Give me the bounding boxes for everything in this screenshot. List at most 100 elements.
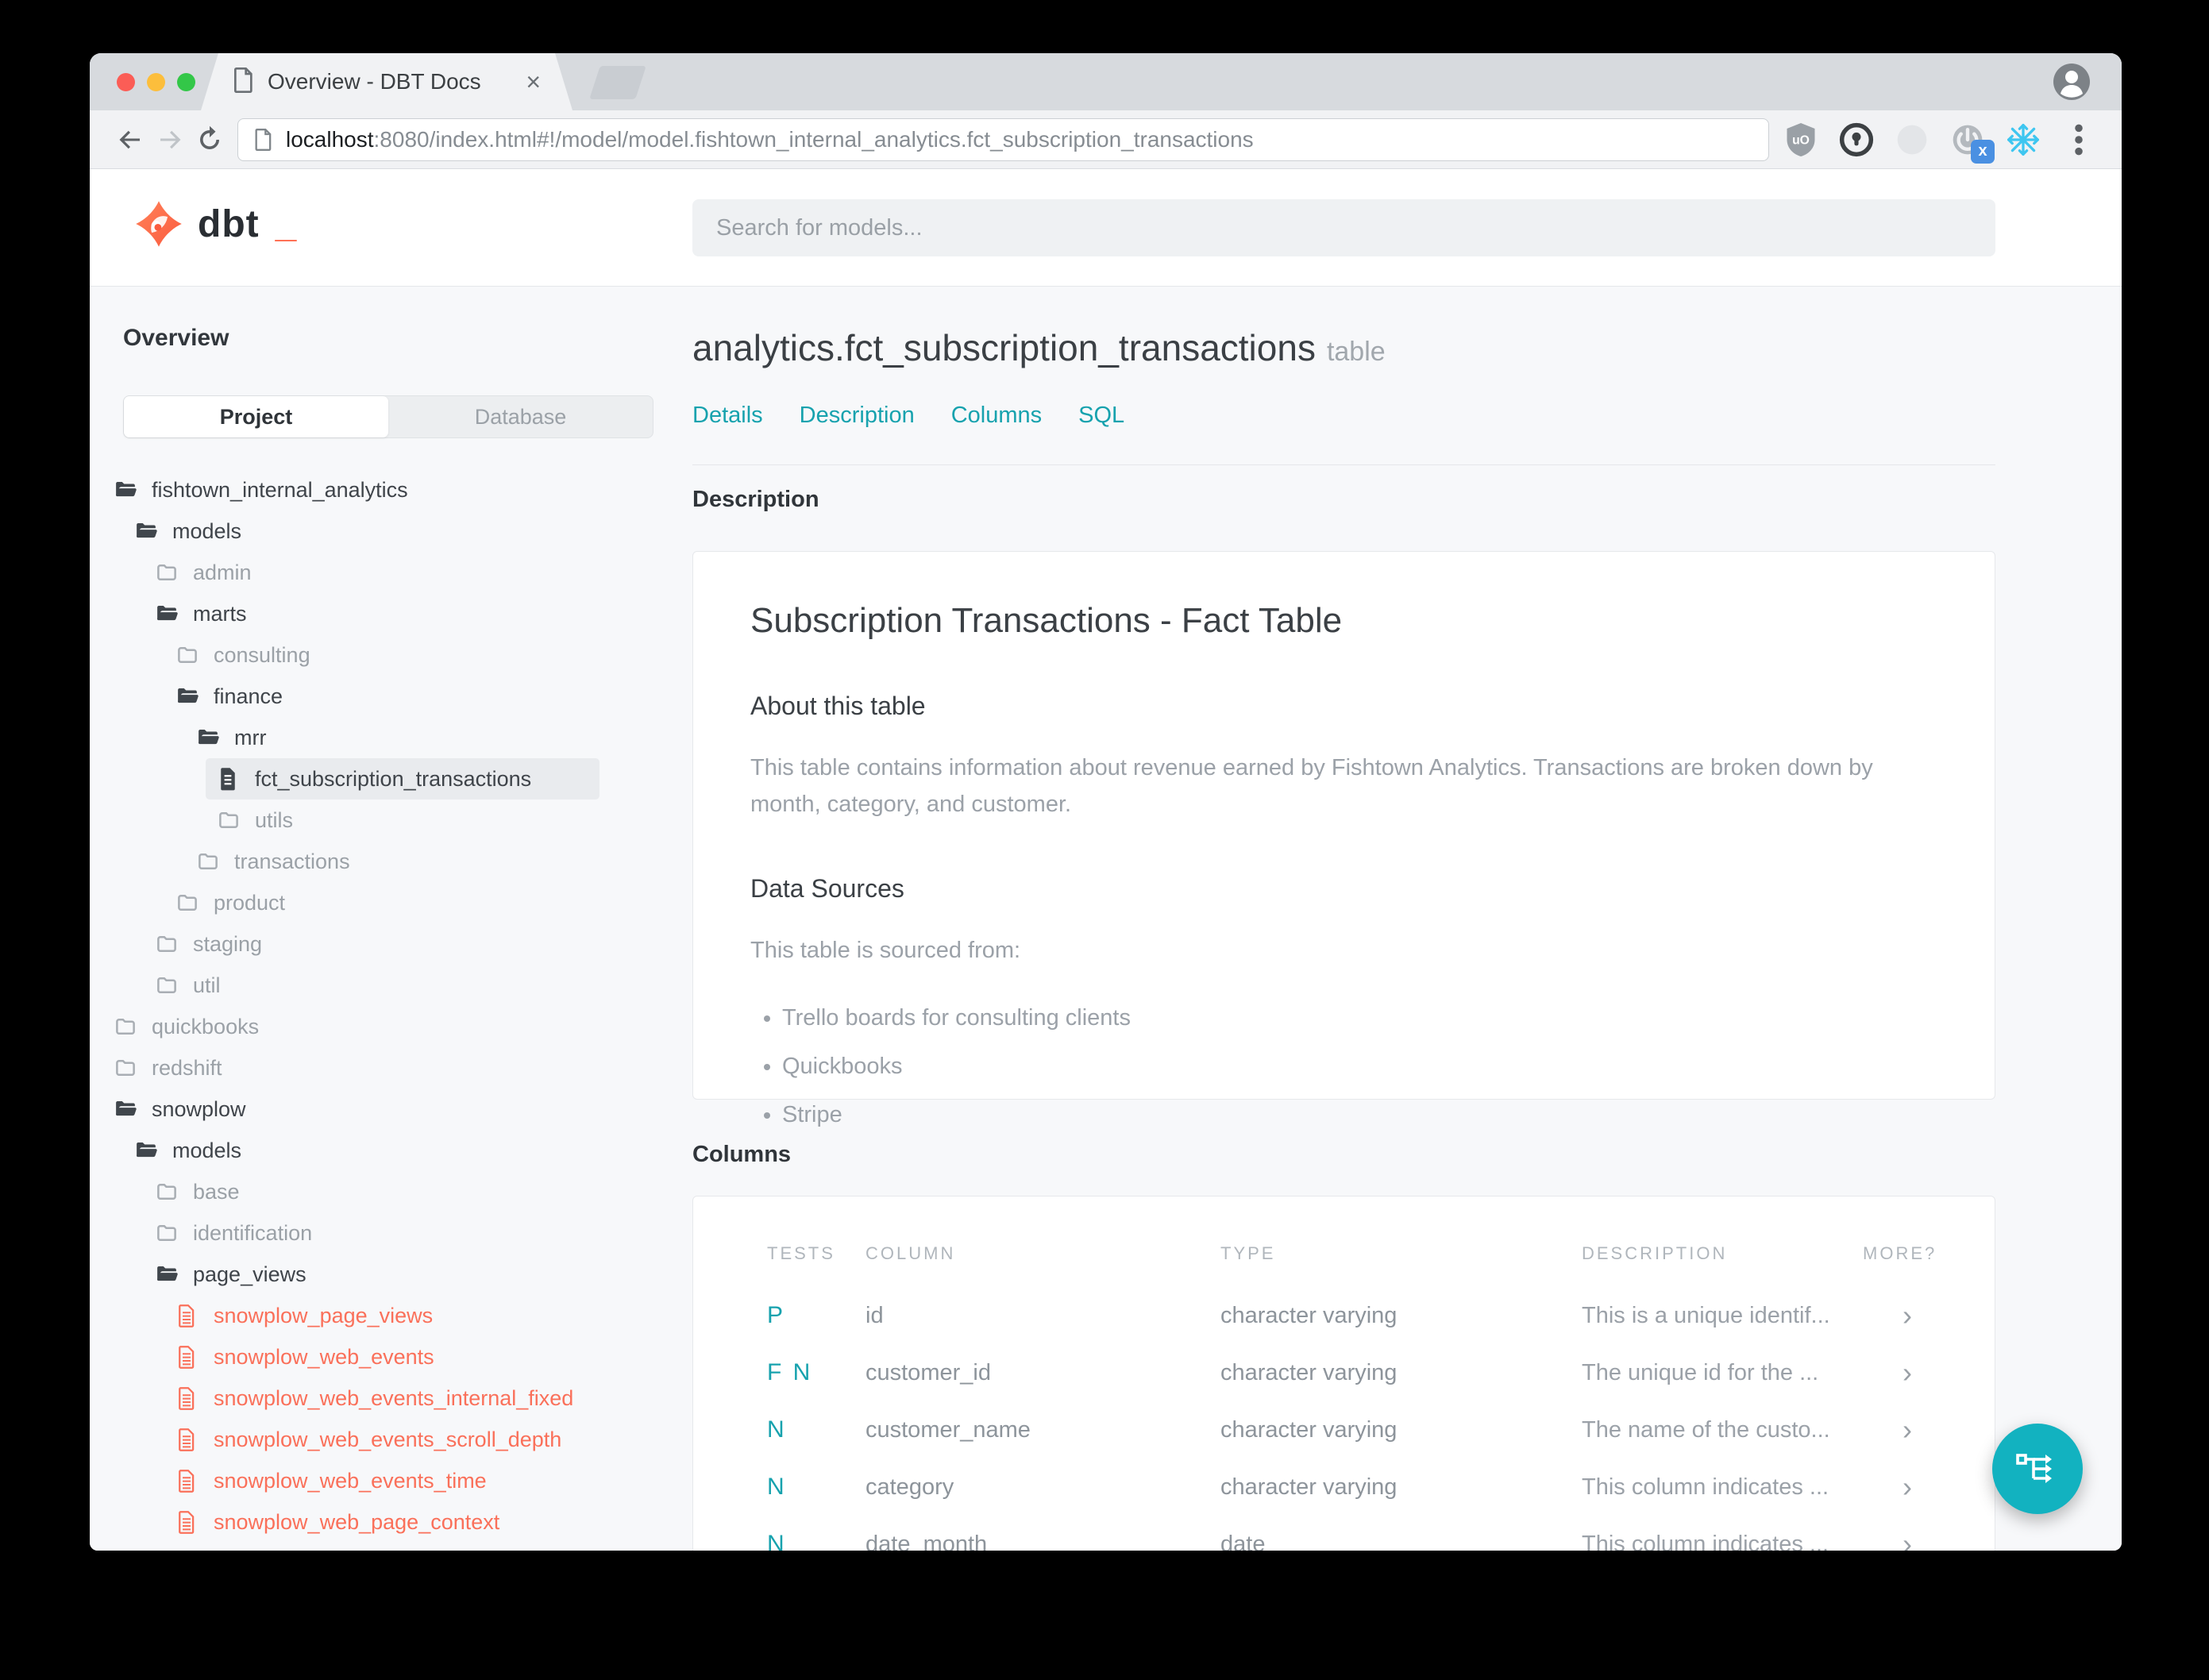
forward-icon[interactable] bbox=[150, 120, 190, 160]
model-nav: Details Description Columns SQL bbox=[692, 403, 1124, 429]
svg-text:uO: uO bbox=[1792, 133, 1810, 147]
browser-window: Overview - DBT Docs × localhost:8080/ind… bbox=[90, 53, 2122, 1551]
column-row-category[interactable]: Ncategory character varying This column in… bbox=[693, 1458, 1995, 1516]
file-red-icon bbox=[175, 1428, 199, 1451]
tree-item-label: finance bbox=[214, 684, 283, 708]
new-tab-button[interactable] bbox=[589, 66, 646, 99]
tree-item-snowplow[interactable]: snowplow bbox=[114, 1089, 689, 1130]
tree-item-label: base bbox=[193, 1179, 240, 1204]
tree-item-snowplow_web_events_scroll_depth[interactable]: snowplow_web_events_scroll_depth bbox=[175, 1419, 689, 1460]
folder-open-icon bbox=[134, 519, 158, 543]
column-row-customer_name[interactable]: Ncustomer_name character varying The name … bbox=[693, 1401, 1995, 1458]
dbt-logo-icon bbox=[136, 201, 182, 247]
profile-avatar-icon[interactable] bbox=[2052, 62, 2091, 102]
tree-item-identification[interactable]: identification bbox=[155, 1212, 689, 1254]
column-header-more: MORE? bbox=[1863, 1243, 1937, 1263]
tree-item-mrr[interactable]: mrr bbox=[196, 717, 689, 758]
dbt-logo[interactable]: dbt _ bbox=[134, 199, 296, 249]
model-name: analytics.fct_subscription_transactions bbox=[692, 327, 1316, 368]
expand-row-chevron-icon: › bbox=[1903, 1356, 1912, 1389]
file-icon bbox=[217, 767, 241, 791]
extension-icons: uO x bbox=[1783, 122, 2101, 164]
tree-item-finance[interactable]: finance bbox=[175, 676, 689, 717]
tree-item-fct_subscription_transactions[interactable]: fct_subscription_transactions bbox=[206, 758, 599, 800]
power-extension-icon[interactable]: x bbox=[1950, 122, 1995, 164]
columns-table: TESTS COLUMN TYPE DESCRIPTION MORE? Pid chara… bbox=[693, 1220, 1995, 1551]
file-red-icon bbox=[175, 1304, 199, 1327]
folder-open-icon bbox=[114, 478, 137, 502]
folder-icon bbox=[196, 850, 220, 873]
tree-item-models[interactable]: models bbox=[134, 1130, 689, 1171]
column-tests: N bbox=[767, 1474, 787, 1500]
tree-item-snowplow_web_events_time[interactable]: snowplow_web_events_time bbox=[175, 1460, 689, 1501]
model-type-badge: table bbox=[1326, 337, 1386, 367]
expand-row-chevron-icon: › bbox=[1903, 1413, 1912, 1446]
tree-item-redshift[interactable]: redshift bbox=[114, 1047, 689, 1089]
tree-item-snowplow_web_events[interactable]: snowplow_web_events bbox=[175, 1336, 689, 1378]
column-row-date_month[interactable]: Ndate_month date This column indicates ...… bbox=[693, 1516, 1995, 1551]
content-area: Overview Project Database fishtown_intern… bbox=[90, 287, 2122, 1551]
file-red-icon bbox=[175, 1510, 199, 1534]
refresh-icon[interactable] bbox=[190, 120, 229, 160]
tree-item-fishtown_internal_analytics[interactable]: fishtown_internal_analytics bbox=[114, 469, 689, 511]
column-row-customer_id[interactable]: F N customer_id character varying The uniqu… bbox=[693, 1344, 1995, 1401]
search-input[interactable] bbox=[692, 199, 1995, 256]
tree-item-utils[interactable]: utils bbox=[217, 800, 689, 841]
tab-title: Overview - DBT Docs bbox=[268, 69, 481, 94]
close-window-button[interactable] bbox=[117, 73, 135, 91]
page-icon bbox=[254, 128, 273, 151]
tree-item-snowplow_web_page_context[interactable]: snowplow_web_page_context bbox=[175, 1501, 689, 1543]
column-description: The unique id for the ... bbox=[1582, 1359, 1819, 1385]
browser-tab[interactable]: Overview - DBT Docs × bbox=[201, 53, 572, 110]
tree-item-quickbooks[interactable]: quickbooks bbox=[114, 1006, 689, 1047]
column-description: This column indicates ... bbox=[1582, 1474, 1829, 1500]
tree-item-label: util bbox=[193, 973, 221, 997]
tree-item-label: fct_subscription_transactions bbox=[255, 766, 532, 791]
tree-item-util[interactable]: util bbox=[155, 965, 689, 1006]
disabled-extension-icon[interactable] bbox=[1895, 122, 1930, 157]
model-nav-link-details[interactable]: Details bbox=[692, 403, 763, 429]
toggle-tab-project[interactable]: Project bbox=[124, 396, 388, 437]
window-controls[interactable] bbox=[117, 73, 195, 91]
tree-item-staging[interactable]: staging bbox=[155, 923, 689, 965]
tree-item-base[interactable]: base bbox=[155, 1171, 689, 1212]
column-type: character varying bbox=[1220, 1302, 1397, 1328]
file-red-icon bbox=[175, 1345, 199, 1369]
tree-item-models[interactable]: models bbox=[134, 511, 689, 552]
tree-item-transactions[interactable]: transactions bbox=[196, 841, 689, 882]
description-card: Subscription Transactions - Fact Table A… bbox=[692, 551, 1995, 1127]
tree-item-snowplow_web_events_internal_fixed[interactable]: snowplow_web_events_internal_fixed bbox=[175, 1378, 689, 1419]
address-bar[interactable]: localhost:8080/index.html#!/model/model.… bbox=[237, 118, 1769, 161]
tab-close-icon[interactable]: × bbox=[526, 69, 541, 94]
model-nav-link-sql[interactable]: SQL bbox=[1078, 403, 1124, 429]
column-name: id bbox=[865, 1302, 884, 1328]
model-nav-link-description[interactable]: Description bbox=[800, 403, 915, 429]
folder-icon bbox=[155, 1180, 179, 1204]
folder-icon bbox=[175, 643, 199, 667]
tree-item-product[interactable]: product bbox=[175, 882, 689, 923]
expand-row-chevron-icon: › bbox=[1903, 1299, 1912, 1331]
lineage-graph-button[interactable] bbox=[1992, 1424, 2083, 1514]
file-red-icon bbox=[175, 1386, 199, 1410]
tree-item-label: utils bbox=[255, 807, 294, 832]
model-nav-link-columns[interactable]: Columns bbox=[951, 403, 1042, 429]
tree-item-label: staging bbox=[193, 931, 263, 956]
onepassword-extension-icon[interactable] bbox=[1839, 122, 1874, 157]
snowflake-extension-icon[interactable] bbox=[2006, 122, 2041, 157]
column-name: customer_name bbox=[865, 1416, 1031, 1443]
column-row-id[interactable]: Pid character varying This is a unique ide… bbox=[693, 1287, 1995, 1344]
tree-item-admin[interactable]: admin bbox=[155, 552, 689, 593]
tree-item-page_views[interactable]: page_views bbox=[155, 1254, 689, 1295]
folder-icon bbox=[114, 1015, 137, 1038]
extension-x-badge: x bbox=[1971, 139, 1995, 164]
column-header-description: DESCRIPTION bbox=[1582, 1243, 1728, 1263]
browser-menu-icon[interactable] bbox=[2061, 122, 2096, 157]
tree-item-marts[interactable]: marts bbox=[155, 593, 689, 634]
tree-item-consulting[interactable]: consulting bbox=[175, 634, 689, 676]
back-icon[interactable] bbox=[110, 120, 150, 160]
zoom-window-button[interactable] bbox=[177, 73, 195, 91]
ublock-extension-icon[interactable]: uO bbox=[1783, 122, 1818, 157]
toggle-tab-database[interactable]: Database bbox=[388, 396, 653, 437]
tree-item-snowplow_page_views[interactable]: snowplow_page_views bbox=[175, 1295, 689, 1336]
minimize-window-button[interactable] bbox=[147, 73, 165, 91]
